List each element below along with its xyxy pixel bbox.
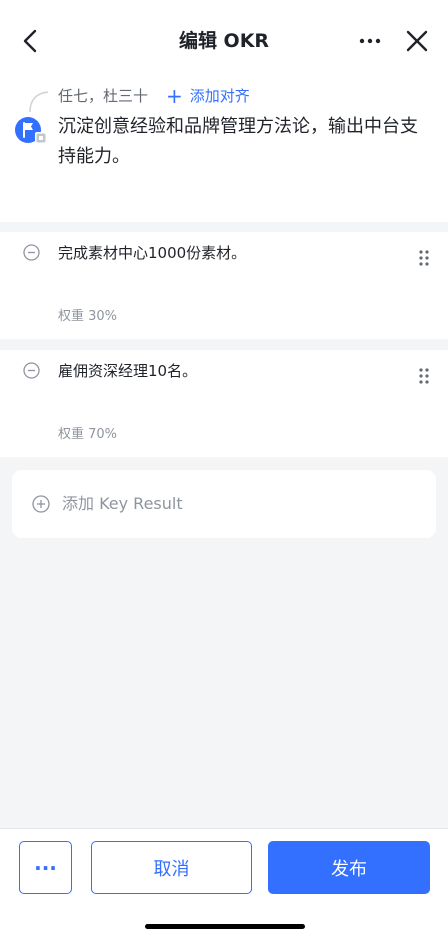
objective-assignees[interactable]: 任七，杜三十: [58, 84, 148, 108]
key-result-card[interactable]: 完成素材中心1000份素材。 权重 30%: [0, 232, 448, 339]
key-result-text[interactable]: 雇佣资深经理10名。: [58, 360, 197, 382]
header-bar: 编辑 OKR: [0, 0, 448, 84]
key-result-weight[interactable]: 权重 70%: [58, 426, 117, 444]
key-result-text[interactable]: 完成素材中心1000份素材。: [58, 242, 246, 264]
objective-flag-icon: [15, 115, 49, 145]
more-options-button[interactable]: [355, 28, 385, 54]
remove-circle-icon[interactable]: [23, 244, 40, 261]
remove-circle-icon[interactable]: [23, 362, 40, 379]
add-alignment-button[interactable]: + 添加对齐: [166, 84, 250, 108]
more-actions-button[interactable]: ···: [19, 841, 72, 894]
plus-icon: +: [166, 84, 183, 108]
add-key-result-label: 添加 Key Result: [62, 494, 183, 513]
footer-action-bar: ··· 取消 发布: [0, 828, 448, 930]
add-alignment-label: 添加对齐: [189, 87, 250, 105]
drag-handle-icon[interactable]: [418, 249, 430, 267]
add-key-result-button[interactable]: 添加 Key Result: [12, 470, 436, 538]
key-result-card[interactable]: 雇佣资深经理10名。 权重 70%: [0, 350, 448, 457]
add-circle-icon: [32, 495, 50, 513]
publish-button[interactable]: 发布: [268, 841, 430, 894]
drag-handle-icon[interactable]: [418, 367, 430, 385]
more-horizontal-icon: [359, 38, 381, 44]
objective-text[interactable]: 沉淀创意经验和品牌管理方法论，输出中台支持能力。: [58, 112, 418, 172]
alignment-connector-icon: [29, 91, 49, 112]
key-result-weight[interactable]: 权重 30%: [58, 308, 117, 326]
objective-section: 任七，杜三十 + 添加对齐 沉淀创意经验和品牌管理方法论，输出中台支持能力。: [0, 84, 448, 222]
close-button[interactable]: [404, 28, 430, 54]
close-icon: [406, 30, 428, 52]
home-indicator: [145, 924, 305, 929]
cancel-button[interactable]: 取消: [91, 841, 252, 894]
